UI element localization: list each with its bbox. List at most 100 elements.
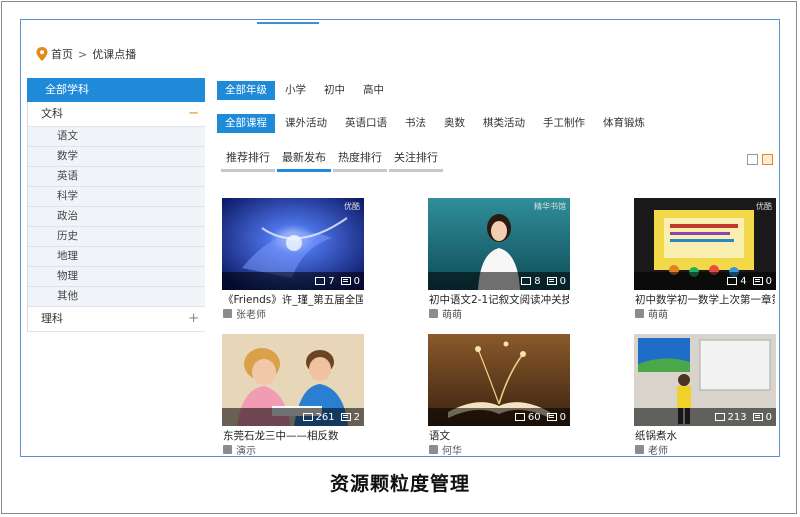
- course-author: 老师: [635, 443, 668, 456]
- doc-count: 2: [353, 411, 360, 423]
- course-card[interactable]: 精华书馆 8 0 初中语文2-1记叙文阅读冲关技巧 萌萌: [428, 198, 570, 321]
- view-count: 7: [328, 275, 335, 287]
- course-card[interactable]: 优酷 4 0 初中数学初一数学上次第一章第二 萌萌: [634, 198, 776, 321]
- course-author: 何华: [429, 443, 462, 456]
- breadcrumb: 首页 > 优课点播: [36, 46, 136, 62]
- course-title[interactable]: 语文: [429, 428, 569, 442]
- sort-tabs: 推荐排行 最新发布 热度排行 关注排行: [221, 146, 445, 172]
- sidebar-all-subjects[interactable]: 全部学科: [27, 78, 205, 102]
- video-count-icon: [727, 277, 738, 285]
- document-count-icon: [752, 413, 763, 421]
- subject-sidebar: 全部学科 文科 − 语文 数学 英语 科学 政治 历史 地理 物理 其他 理科 …: [27, 78, 205, 332]
- card-stats: 60 0: [428, 408, 570, 426]
- card-stats: 8 0: [428, 272, 570, 290]
- sidebar-item-science[interactable]: 科学: [27, 187, 205, 207]
- course-card[interactable]: 60 0 语文 何华: [428, 334, 570, 456]
- tab-recommended[interactable]: 推荐排行: [221, 146, 275, 172]
- course-card[interactable]: 261 2 东莞石龙三中——相反数 演示: [222, 334, 364, 456]
- grid-view-icon[interactable]: [762, 154, 773, 165]
- grade-filter-row: 全部年级 小学 初中 高中: [217, 81, 394, 100]
- source-badge: 优酷: [756, 202, 772, 211]
- course-author: 萌萌: [635, 307, 668, 321]
- filter-course-calligraphy[interactable]: 书法: [397, 114, 434, 133]
- sidebar-item-politics[interactable]: 政治: [27, 207, 205, 227]
- document-count-icon: [546, 413, 557, 421]
- filter-grade-junior[interactable]: 初中: [316, 81, 353, 100]
- course-title[interactable]: 初中数学初一数学上次第一章第二: [635, 292, 775, 306]
- course-title[interactable]: 东莞石龙三中——相反数: [223, 428, 363, 442]
- app-window: 首页 > 优课点播 全部学科 文科 − 语文 数学 英语 科学 政治 历史 地理…: [20, 19, 780, 457]
- document-count-icon: [546, 277, 557, 285]
- sidebar-category-label: 文科: [41, 107, 63, 120]
- filter-course-chess[interactable]: 棋类活动: [475, 114, 533, 133]
- sidebar-item-english[interactable]: 英语: [27, 167, 205, 187]
- tab-followed[interactable]: 关注排行: [389, 146, 443, 172]
- filter-course-handcraft[interactable]: 手工制作: [535, 114, 593, 133]
- filter-course-activities[interactable]: 课外活动: [277, 114, 335, 133]
- author-name: 老师: [648, 446, 668, 457]
- video-count-icon: [315, 277, 326, 285]
- course-title[interactable]: 初中语文2-1记叙文阅读冲关技巧: [429, 292, 569, 306]
- course-thumbnail[interactable]: 213 0: [634, 334, 776, 426]
- expand-icon[interactable]: +: [188, 307, 199, 331]
- filter-course-olympiad[interactable]: 奥数: [436, 114, 473, 133]
- tab-popular[interactable]: 热度排行: [333, 146, 387, 172]
- course-title[interactable]: 纸锅煮水: [635, 428, 775, 442]
- filter-grade-primary[interactable]: 小学: [277, 81, 314, 100]
- breadcrumb-home[interactable]: 首页: [51, 46, 73, 62]
- filter-course-all[interactable]: 全部课程: [217, 114, 275, 133]
- view-toggle: [743, 154, 773, 165]
- view-count: 261: [315, 411, 335, 423]
- card-stats: 7 0: [222, 272, 364, 290]
- doc-count: 0: [765, 275, 772, 287]
- sidebar-item-history[interactable]: 历史: [27, 227, 205, 247]
- sidebar-item-math[interactable]: 数学: [27, 147, 205, 167]
- user-icon: [635, 309, 644, 318]
- card-stats: 261 2: [222, 408, 364, 426]
- filter-course-sports[interactable]: 体育锻炼: [595, 114, 653, 133]
- course-author: 演示: [223, 443, 256, 456]
- course-thumbnail[interactable]: 优酷 4 0: [634, 198, 776, 290]
- filter-course-oral-english[interactable]: 英语口语: [337, 114, 395, 133]
- document-count-icon: [752, 277, 763, 285]
- doc-count: 0: [559, 411, 566, 423]
- author-name: 萌萌: [442, 310, 462, 321]
- author-name: 演示: [236, 446, 256, 457]
- course-thumbnail[interactable]: 261 2: [222, 334, 364, 426]
- tab-latest[interactable]: 最新发布: [277, 146, 331, 172]
- course-thumbnail[interactable]: 60 0: [428, 334, 570, 426]
- user-icon: [429, 445, 438, 454]
- video-count-icon: [521, 277, 532, 285]
- sidebar-category-science[interactable]: 理科 +: [27, 307, 205, 332]
- filter-grade-all[interactable]: 全部年级: [217, 81, 275, 100]
- location-pin-icon: [36, 47, 48, 61]
- sidebar-item-other[interactable]: 其他: [27, 287, 205, 307]
- top-tab-indicator: [257, 22, 319, 24]
- course-thumbnail[interactable]: 优酷 7 0: [222, 198, 364, 290]
- sidebar-item-physics[interactable]: 物理: [27, 267, 205, 287]
- document-count-icon: [340, 277, 351, 285]
- course-card[interactable]: 优酷 7 0 《Friends》许_瑾_第五届全国小 张老师: [222, 198, 364, 321]
- video-count-icon: [514, 413, 525, 421]
- sidebar-item-geography[interactable]: 地理: [27, 247, 205, 267]
- doc-count: 0: [353, 275, 360, 287]
- user-icon: [429, 309, 438, 318]
- figure-caption: 资源颗粒度管理: [329, 473, 470, 495]
- doc-count: 0: [559, 275, 566, 287]
- course-filter-row: 全部课程 课外活动 英语口语 书法 奥数 棋类活动 手工制作 体育锻炼: [217, 114, 655, 133]
- filter-grade-senior[interactable]: 高中: [355, 81, 392, 100]
- view-count: 4: [740, 275, 747, 287]
- author-name: 何华: [442, 446, 462, 457]
- course-thumbnail[interactable]: 精华书馆 8 0: [428, 198, 570, 290]
- collapse-icon[interactable]: −: [188, 102, 199, 126]
- list-view-icon[interactable]: [747, 154, 758, 165]
- video-count-icon: [302, 413, 313, 421]
- document-count-icon: [340, 413, 351, 421]
- sidebar-category-liberal-arts[interactable]: 文科 −: [27, 102, 205, 127]
- user-icon: [223, 309, 232, 318]
- course-card[interactable]: 213 0 纸锅煮水 老师: [634, 334, 776, 456]
- course-title[interactable]: 《Friends》许_瑾_第五届全国小: [223, 292, 363, 306]
- card-stats: 4 0: [634, 272, 776, 290]
- sidebar-item-chinese[interactable]: 语文: [27, 127, 205, 147]
- source-badge: 精华书馆: [534, 202, 566, 211]
